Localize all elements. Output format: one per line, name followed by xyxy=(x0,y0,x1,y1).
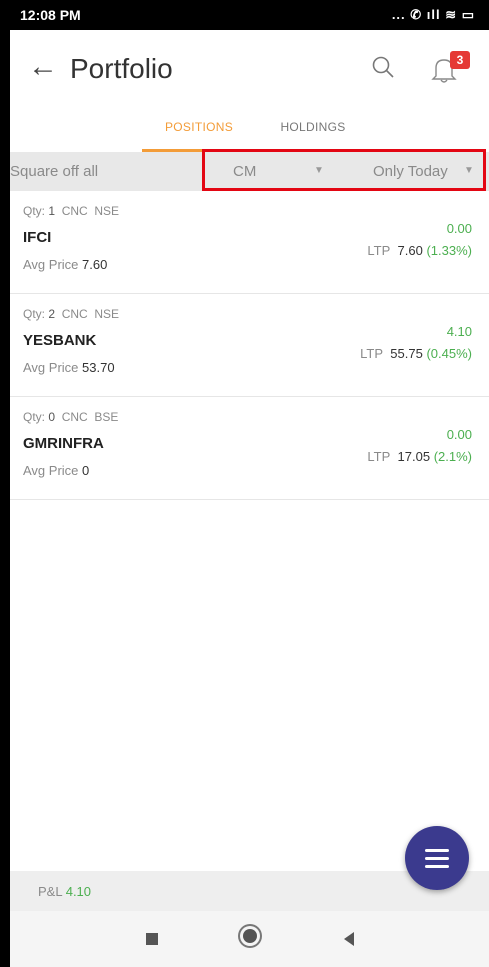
avg-price: Avg Price 0 xyxy=(23,463,89,478)
avg-price: Avg Price 7.60 xyxy=(23,257,107,272)
status-bar: 12:08 PM ... ✆ ıll ≋ ▭ xyxy=(10,0,489,30)
symbol: YESBANK xyxy=(23,332,97,349)
qty-value: 0 xyxy=(48,410,56,424)
exchange: NSE xyxy=(94,307,120,321)
qty-label: Qty: xyxy=(23,204,46,218)
ltp-label: LTP xyxy=(367,449,391,464)
pnl-value: 4.10 xyxy=(65,884,92,899)
tab-positions[interactable]: POSITIONS xyxy=(142,120,254,152)
position-meta: Qty: 1 CNC NSE xyxy=(23,204,119,218)
ltp-value: 17.05 xyxy=(397,449,431,464)
avg-price-value: 7.60 xyxy=(82,257,108,272)
product-type: CNC xyxy=(61,307,88,321)
square-off-all-button[interactable]: Square off all xyxy=(10,163,98,180)
symbol: IFCI xyxy=(23,229,52,246)
menu-icon xyxy=(425,865,449,868)
pnl-label: P&L xyxy=(38,884,63,899)
avg-price-label: Avg Price xyxy=(23,257,79,272)
back-icon[interactable] xyxy=(344,932,354,946)
menu-icon xyxy=(425,849,449,852)
position-meta: Qty: 2 CNC NSE xyxy=(23,307,119,321)
product-type: CNC xyxy=(61,410,88,424)
avg-price-value: 0 xyxy=(82,463,90,478)
menu-icon xyxy=(425,857,449,860)
highlight-box xyxy=(202,149,486,191)
position-pnl: 0.00 xyxy=(446,221,472,236)
ltp-change: (0.45%) xyxy=(426,346,472,361)
position-row[interactable]: Qty: 2 CNC NSE YESBANK Avg Price 53.70 4… xyxy=(10,294,489,397)
position-row[interactable]: Qty: 1 CNC NSE IFCI Avg Price 7.60 0.00 … xyxy=(10,191,489,294)
home-icon[interactable] xyxy=(243,929,257,943)
avg-price-label: Avg Price xyxy=(23,360,79,375)
qty-label: Qty: xyxy=(23,410,46,424)
pnl-summary: P&L 4.10 xyxy=(38,884,91,899)
menu-fab-button[interactable] xyxy=(405,826,469,890)
ltp: LTP 55.75 (0.45%) xyxy=(360,346,472,361)
ltp-value: 55.75 xyxy=(390,346,423,361)
ltp-change: (1.33%) xyxy=(426,243,472,258)
position-pnl: 0.00 xyxy=(446,427,472,442)
notification-badge: 3 xyxy=(450,51,470,69)
product-type: CNC xyxy=(61,204,88,218)
position-row[interactable]: Qty: 0 CNC BSE GMRINFRA Avg Price 0 0.00… xyxy=(10,397,489,500)
qty-value: 1 xyxy=(48,204,56,218)
position-pnl: 4.10 xyxy=(446,324,472,339)
ltp: LTP 17.05 (2.1%) xyxy=(367,449,472,464)
page-title: Portfolio xyxy=(70,53,173,84)
symbol: GMRINFRA xyxy=(23,435,104,452)
avg-price-label: Avg Price xyxy=(23,463,79,478)
position-meta: Qty: 0 CNC BSE xyxy=(23,410,118,424)
app-header: ← Portfolio 3 xyxy=(10,30,489,110)
exchange: BSE xyxy=(94,410,119,424)
recent-apps-icon[interactable] xyxy=(146,933,158,945)
app-screen: 12:08 PM ... ✆ ıll ≋ ▭ ← Portfolio 3 POS… xyxy=(10,0,489,967)
avg-price-value: 53.70 xyxy=(82,360,115,375)
status-time: 12:08 PM xyxy=(20,7,81,23)
system-nav-bar xyxy=(10,911,489,967)
ltp: LTP 7.60 (1.33%) xyxy=(367,243,472,258)
exchange: NSE xyxy=(94,204,120,218)
tab-holdings[interactable]: HOLDINGS xyxy=(268,120,358,152)
ltp-change: (2.1%) xyxy=(433,449,472,464)
avg-price: Avg Price 53.70 xyxy=(23,360,115,375)
ltp-label: LTP xyxy=(360,346,384,361)
back-arrow-icon[interactable]: ← xyxy=(28,52,58,82)
ltp-value: 7.60 xyxy=(397,243,423,258)
qty-label: Qty: xyxy=(23,307,46,321)
ltp-label: LTP xyxy=(367,243,391,258)
search-icon[interactable] xyxy=(372,56,394,78)
status-icons: ... ✆ ıll ≋ ▭ xyxy=(391,7,475,22)
qty-value: 2 xyxy=(48,307,56,321)
tab-bar: POSITIONS HOLDINGS xyxy=(10,110,489,152)
